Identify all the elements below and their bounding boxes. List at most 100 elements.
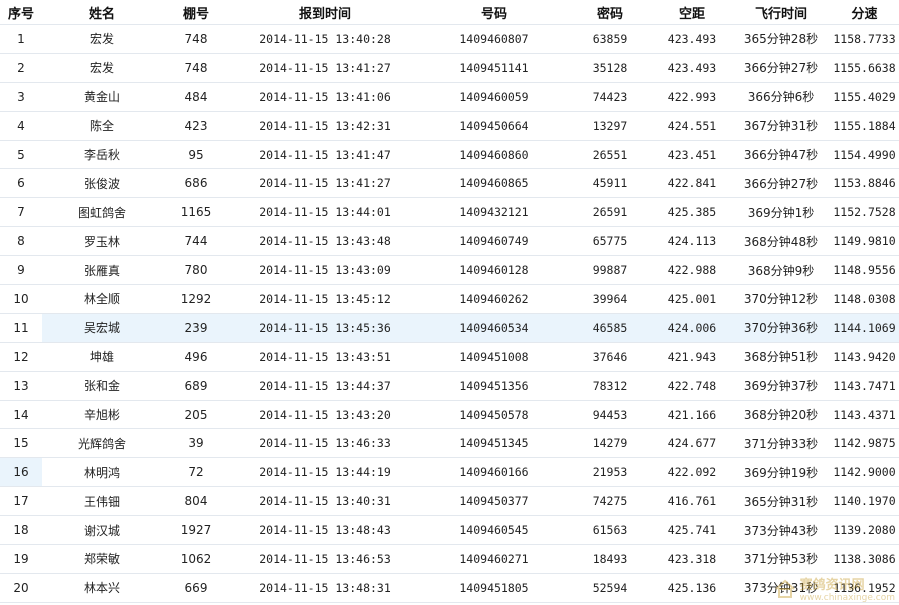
header-row: 序号 姓名 棚号 报到时间 号码 密码 空距 飞行时间 分速 bbox=[0, 0, 899, 25]
cell-code: 35128 bbox=[568, 53, 652, 83]
table-row: 10 林全顺 1292 2014-11-15 13:45:12 1409460262 39… bbox=[0, 284, 899, 314]
cell-arrival-time: 2014-11-15 13:46:33 bbox=[230, 428, 420, 459]
table-row: 7 图虹鸽舍 1165 2014-11-15 13:44:01 1409432121 26… bbox=[0, 197, 899, 228]
watermark-sub: www.chinaxinge.com bbox=[799, 593, 895, 603]
cell-flight-time: 368分钟51秒 bbox=[732, 342, 830, 372]
cell-loft: 780 bbox=[162, 255, 230, 286]
cell-ring: 1409450664 bbox=[420, 111, 568, 141]
cell-ring: 1409450578 bbox=[420, 400, 568, 430]
cell-ring: 1409451141 bbox=[420, 53, 568, 83]
cell-loft: 1292 bbox=[162, 284, 230, 314]
cell-loft: 496 bbox=[162, 342, 230, 372]
cell-name: 罗玉林 bbox=[42, 226, 162, 257]
cell-name: 林明鸿 bbox=[42, 457, 162, 488]
cell-code: 63859 bbox=[568, 24, 652, 54]
cell-loft: 205 bbox=[162, 400, 230, 430]
cell-speed: 1148.0308 bbox=[830, 284, 899, 314]
cell-name: 郑荣敏 bbox=[42, 544, 162, 574]
cell-arrival-time: 2014-11-15 13:43:51 bbox=[230, 342, 420, 372]
table-row: 4 陈全 423 2014-11-15 13:42:31 1409450664 13297… bbox=[0, 111, 899, 141]
cell-loft: 95 bbox=[162, 140, 230, 170]
cell-arrival-time: 2014-11-15 13:45:36 bbox=[230, 313, 420, 343]
cell-ring: 1409451356 bbox=[420, 371, 568, 401]
table-row: 1 宏发 748 2014-11-15 13:40:28 1409460807 63859… bbox=[0, 24, 899, 54]
cell-rank: 16 bbox=[0, 457, 42, 488]
cell-name: 李岳秋 bbox=[42, 140, 162, 170]
cell-ring: 1409450377 bbox=[420, 486, 568, 517]
cell-rank: 14 bbox=[0, 400, 42, 430]
cell-rank: 13 bbox=[0, 371, 42, 401]
cell-ring: 1409460749 bbox=[420, 226, 568, 257]
cell-name: 黄金山 bbox=[42, 82, 162, 112]
cell-flight-time: 371分钟53秒 bbox=[732, 544, 830, 574]
cell-speed: 1155.6638 bbox=[830, 53, 899, 83]
cell-arrival-time: 2014-11-15 13:41:27 bbox=[230, 168, 420, 199]
table-row: 9 张雁真 780 2014-11-15 13:43:09 1409460128 9988… bbox=[0, 255, 899, 286]
table-row: 13 张和金 689 2014-11-15 13:44:37 1409451356 783… bbox=[0, 371, 899, 401]
cell-rank: 17 bbox=[0, 486, 42, 517]
cell-code: 21953 bbox=[568, 457, 652, 488]
cell-flight-time: 367分钟31秒 bbox=[732, 111, 830, 141]
cell-code: 78312 bbox=[568, 371, 652, 401]
cell-rank: 19 bbox=[0, 544, 42, 574]
watermark-text: 赛鸽资讯网 bbox=[799, 578, 865, 593]
table-row: 15 光辉鸽舍 39 2014-11-15 13:46:33 1409451345 142… bbox=[0, 428, 899, 459]
cell-ring: 1409460271 bbox=[420, 544, 568, 574]
cell-rank: 4 bbox=[0, 111, 42, 141]
cell-speed: 1140.1970 bbox=[830, 486, 899, 517]
cell-loft: 72 bbox=[162, 457, 230, 488]
cell-speed: 1143.7471 bbox=[830, 371, 899, 401]
table-row: 12 坤雄 496 2014-11-15 13:43:51 1409451008 3764… bbox=[0, 342, 899, 372]
cell-loft: 669 bbox=[162, 573, 230, 603]
cell-distance: 425.741 bbox=[652, 515, 732, 546]
cell-distance: 421.943 bbox=[652, 342, 732, 372]
cell-distance: 424.677 bbox=[652, 428, 732, 459]
cell-distance: 416.761 bbox=[652, 486, 732, 517]
table-row: 11 吴宏城 239 2014-11-15 13:45:36 1409460534 465… bbox=[0, 313, 899, 343]
cell-code: 46585 bbox=[568, 313, 652, 343]
table-row: 18 谢汉城 1927 2014-11-15 13:48:43 1409460545 61… bbox=[0, 515, 899, 546]
cell-ring: 1409451805 bbox=[420, 573, 568, 603]
results-table: 序号 姓名 棚号 报到时间 号码 密码 空距 飞行时间 分速 1 宏发 748 2014-11-15 … bbox=[0, 0, 899, 603]
column-header-flight-time: 飞行时间 bbox=[732, 0, 830, 25]
cell-speed: 1144.1069 bbox=[830, 313, 899, 343]
cell-distance: 425.001 bbox=[652, 284, 732, 314]
column-header-ring: 号码 bbox=[420, 0, 568, 25]
cell-arrival-time: 2014-11-15 13:40:28 bbox=[230, 24, 420, 54]
cell-code: 39964 bbox=[568, 284, 652, 314]
cell-ring: 1409451008 bbox=[420, 342, 568, 372]
cell-distance: 423.493 bbox=[652, 53, 732, 83]
cell-ring: 1409451345 bbox=[420, 428, 568, 459]
cell-loft: 239 bbox=[162, 313, 230, 343]
cell-code: 26551 bbox=[568, 140, 652, 170]
cell-distance: 423.318 bbox=[652, 544, 732, 574]
cell-arrival-time: 2014-11-15 13:41:06 bbox=[230, 82, 420, 112]
cell-arrival-time: 2014-11-15 13:48:31 bbox=[230, 573, 420, 603]
cell-distance: 422.841 bbox=[652, 168, 732, 199]
cell-name: 图虹鸽舍 bbox=[42, 197, 162, 228]
column-header-arrival-time: 报到时间 bbox=[230, 0, 420, 25]
cell-rank: 15 bbox=[0, 428, 42, 459]
cell-speed: 1158.7733 bbox=[830, 24, 899, 54]
cell-distance: 422.988 bbox=[652, 255, 732, 286]
cell-code: 74275 bbox=[568, 486, 652, 517]
cell-distance: 422.092 bbox=[652, 457, 732, 488]
cell-ring: 1409460262 bbox=[420, 284, 568, 314]
cell-flight-time: 366分钟27秒 bbox=[732, 168, 830, 199]
cell-loft: 1165 bbox=[162, 197, 230, 228]
cell-speed: 1148.9556 bbox=[830, 255, 899, 286]
cell-name: 宏发 bbox=[42, 24, 162, 54]
cell-rank: 5 bbox=[0, 140, 42, 170]
cell-arrival-time: 2014-11-15 13:43:09 bbox=[230, 255, 420, 286]
cell-flight-time: 368分钟20秒 bbox=[732, 400, 830, 430]
cell-loft: 1062 bbox=[162, 544, 230, 574]
cell-code: 61563 bbox=[568, 515, 652, 546]
cell-code: 37646 bbox=[568, 342, 652, 372]
cell-ring: 1409460166 bbox=[420, 457, 568, 488]
cell-ring: 1409460128 bbox=[420, 255, 568, 286]
cell-name: 吴宏城 bbox=[42, 313, 162, 343]
table-row: 14 辛旭彬 205 2014-11-15 13:43:20 1409450578 944… bbox=[0, 400, 899, 430]
cell-rank: 20 bbox=[0, 573, 42, 603]
cell-name: 林全顺 bbox=[42, 284, 162, 314]
cell-rank: 2 bbox=[0, 53, 42, 83]
